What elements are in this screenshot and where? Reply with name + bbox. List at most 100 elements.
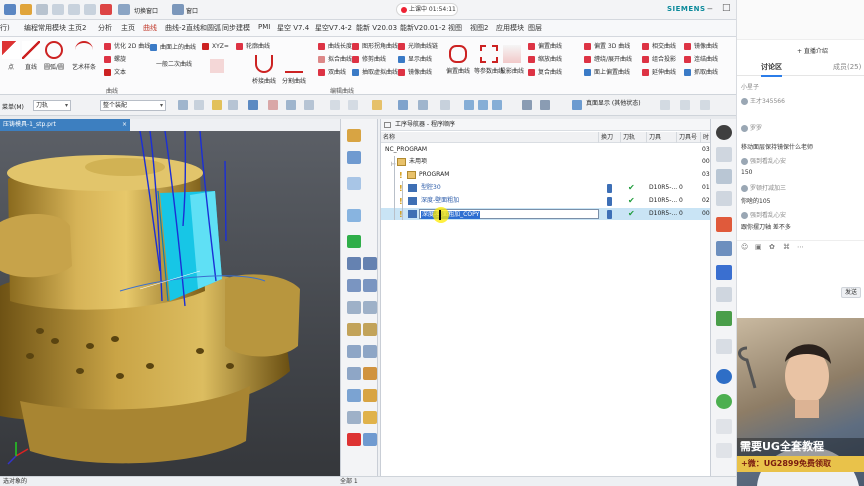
tab-nengxin-2[interactable]: 能新V20.01-2 bbox=[400, 23, 446, 33]
image-icon[interactable]: ▣ bbox=[755, 243, 762, 251]
part-navigator-icon[interactable] bbox=[716, 147, 732, 162]
cut-icon[interactable] bbox=[52, 4, 64, 15]
extend-curve-button[interactable]: 延伸曲线 bbox=[642, 68, 676, 77]
cut-levels-icon[interactable] bbox=[363, 323, 377, 336]
gear-icon[interactable] bbox=[716, 125, 732, 140]
scale-curve-button[interactable]: 缩放曲线 bbox=[528, 55, 562, 64]
tab-curve[interactable]: 曲线 bbox=[143, 23, 157, 33]
equation-curve-button[interactable] bbox=[202, 59, 232, 76]
flower-icon[interactable]: ✿ bbox=[769, 243, 775, 251]
true-shading-icon[interactable] bbox=[572, 100, 582, 110]
optimize-2d-curve-button[interactable]: 优化 2D 曲线 bbox=[104, 42, 150, 51]
shaded-edges-icon[interactable] bbox=[478, 100, 488, 110]
col-tool-number[interactable]: 刀具号 bbox=[677, 132, 701, 143]
mirror-curve-2-button[interactable]: 镜像曲线 bbox=[684, 42, 718, 51]
region-icon[interactable] bbox=[363, 389, 377, 402]
selection-scope-select[interactable]: 整个装配 bbox=[100, 100, 166, 111]
tab-home2[interactable]: 主页2 bbox=[68, 23, 86, 33]
tab-home[interactable]: 主页 bbox=[121, 23, 135, 33]
trim-curve-button[interactable]: 修剪曲线 bbox=[352, 55, 386, 64]
snap-quadrant-icon[interactable] bbox=[304, 100, 314, 110]
intersect-curve-button[interactable]: 相交曲线 bbox=[642, 42, 676, 51]
assembly-navigator-icon[interactable] bbox=[716, 169, 732, 184]
type-filter-select[interactable]: 刀轨 bbox=[33, 100, 71, 111]
window-menu[interactable]: 窗口 bbox=[186, 6, 198, 15]
tree-row-program[interactable]: ! PROGRAM 03 bbox=[381, 169, 711, 181]
snap-center-icon[interactable] bbox=[286, 100, 296, 110]
tab-pmi[interactable]: PMI bbox=[258, 23, 270, 31]
tab-discussion[interactable]: 讨论区 bbox=[761, 62, 782, 77]
tab-members[interactable]: 成员(25) bbox=[833, 62, 861, 72]
smooth-curve-chain-button[interactable]: 光顺曲线链 bbox=[398, 42, 438, 51]
contour-curve-button[interactable]: 轮廓曲线 bbox=[236, 42, 270, 51]
gift-icon[interactable]: ⌘ bbox=[783, 243, 790, 251]
generate-toolpath-icon[interactable] bbox=[347, 235, 361, 248]
info-icon[interactable] bbox=[716, 369, 732, 384]
join-curve-button[interactable]: 连结曲线 bbox=[684, 55, 718, 64]
offset-3d-curve-button[interactable]: 偏置 3D 曲线 bbox=[584, 42, 630, 51]
paste-icon[interactable] bbox=[84, 4, 96, 15]
text-button[interactable]: 文本 bbox=[104, 68, 126, 77]
delete-op-icon[interactable] bbox=[347, 433, 361, 446]
process-studio-icon[interactable] bbox=[716, 311, 732, 326]
redo-icon[interactable] bbox=[36, 4, 48, 15]
web-browser-icon[interactable] bbox=[716, 265, 732, 280]
verify-toolpath-icon[interactable] bbox=[347, 279, 361, 292]
offset-on-face-button[interactable]: 面上偏置曲线 bbox=[584, 68, 630, 77]
helix-button[interactable]: 螺旋 bbox=[104, 55, 126, 64]
replay-toolpath-icon[interactable] bbox=[347, 257, 361, 270]
shop-doc-icon[interactable] bbox=[363, 301, 377, 314]
tab-sync-modeling[interactable]: 同步建模 bbox=[222, 23, 250, 33]
light-icon[interactable] bbox=[700, 100, 710, 110]
touch-mode-icon[interactable] bbox=[118, 4, 130, 15]
reuse-library-icon[interactable] bbox=[716, 217, 732, 232]
layer-icon[interactable] bbox=[540, 100, 550, 110]
maximize-icon[interactable]: □ bbox=[722, 3, 731, 13]
tab-layer[interactable]: 图层 bbox=[528, 23, 542, 33]
snap-point-icon[interactable] bbox=[212, 100, 222, 110]
arc-button[interactable]: 圆弧/圆 bbox=[44, 41, 64, 71]
path-delete-icon[interactable] bbox=[363, 367, 377, 380]
list-toolpath-icon[interactable] bbox=[363, 257, 377, 270]
hidden-line-icon[interactable] bbox=[492, 100, 502, 110]
transform-icon[interactable] bbox=[347, 345, 361, 358]
col-name[interactable]: 名称 bbox=[381, 132, 599, 143]
ipw-icon[interactable] bbox=[347, 411, 361, 424]
live-intro-link[interactable]: + 直播介绍 bbox=[797, 46, 828, 55]
create-program-icon[interactable] bbox=[347, 129, 361, 142]
tab-file-partial[interactable]: 行) bbox=[0, 23, 10, 33]
tool-axis-icon[interactable] bbox=[347, 389, 361, 402]
create-method-icon[interactable] bbox=[347, 209, 361, 222]
camera-icon[interactable] bbox=[660, 100, 670, 110]
snap-mid-icon[interactable] bbox=[268, 100, 278, 110]
col-tool[interactable]: 刀具 bbox=[647, 132, 677, 143]
edge-display-icon[interactable] bbox=[418, 100, 428, 110]
corner-curve-button[interactable]: 图形拐角曲线 bbox=[352, 42, 398, 51]
section-icon[interactable] bbox=[680, 100, 690, 110]
navigator-menu-icon[interactable] bbox=[384, 122, 391, 128]
snap-end-icon[interactable] bbox=[228, 100, 238, 110]
split-curve-button[interactable]: 分割曲线 bbox=[282, 55, 306, 85]
create-tool-icon[interactable] bbox=[347, 151, 361, 164]
window-icon[interactable] bbox=[172, 4, 184, 15]
view-cube-icon[interactable] bbox=[248, 100, 258, 110]
tab-applications[interactable]: 应用模块 bbox=[496, 23, 524, 33]
offset-curve-small-button[interactable]: 偏置曲线 bbox=[528, 42, 562, 51]
chat-input-area[interactable]: ☺ ▣ ✿ ⌘ ⋯ 发送 bbox=[737, 240, 864, 302]
menu-button[interactable]: 菜单(M) bbox=[2, 102, 24, 111]
deselect-icon[interactable] bbox=[194, 100, 204, 110]
wrap-unwrap-button[interactable]: 缠绕/展开曲线 bbox=[584, 55, 632, 64]
blank-icon[interactable] bbox=[363, 411, 377, 424]
post-process-icon[interactable] bbox=[347, 301, 361, 314]
close-tab-icon[interactable]: × bbox=[122, 119, 127, 131]
mirror-curve-button[interactable]: 镜像曲线 bbox=[398, 68, 432, 77]
path-edit-icon[interactable] bbox=[347, 367, 361, 380]
palette-icon[interactable] bbox=[716, 443, 732, 458]
tab-curve-2[interactable]: 曲线-2直线和圆弧 bbox=[165, 23, 221, 33]
history-icon[interactable] bbox=[716, 287, 732, 302]
more-icon[interactable]: ⋯ bbox=[797, 243, 804, 251]
hyperbola-button[interactable]: 双曲线 bbox=[318, 68, 346, 77]
combined-projection-button[interactable]: 组合投影 bbox=[642, 55, 676, 64]
system-scene-icon[interactable] bbox=[716, 419, 732, 434]
tree-row-nc-program[interactable]: NC_PROGRAM 03 bbox=[381, 144, 711, 156]
